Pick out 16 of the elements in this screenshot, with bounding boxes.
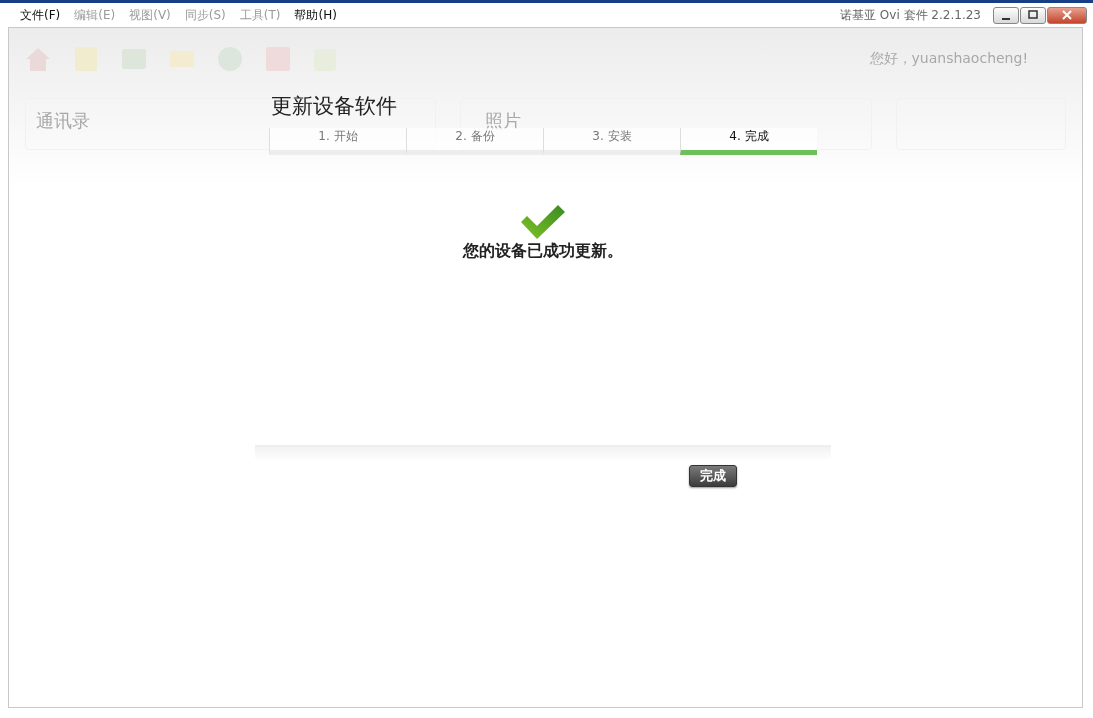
minimize-button[interactable] <box>993 6 1019 24</box>
window-title: 诺基亚 Ovi 套件 2.2.1.23 <box>840 6 981 24</box>
dialog-title: 更新设备软件 <box>270 93 398 120</box>
panel-title: 通讯录 <box>36 110 90 131</box>
checkmark-icon <box>521 205 565 239</box>
menu-item[interactable]: 帮助(H) <box>294 6 337 24</box>
minimize-icon <box>1002 17 1010 20</box>
finish-button[interactable]: 完成 <box>689 465 737 487</box>
greeting-text: 您好，yuanshaocheng! <box>869 50 1028 68</box>
panel-title: 照片 <box>485 110 522 131</box>
success-message: 您的设备已成功更新。 <box>463 241 623 262</box>
maximize-button[interactable] <box>1020 6 1046 24</box>
menu-item[interactable]: 文件(F) <box>20 6 61 24</box>
close-icon <box>1062 10 1072 20</box>
maximize-icon <box>1028 10 1038 20</box>
close-button[interactable] <box>1047 6 1087 24</box>
